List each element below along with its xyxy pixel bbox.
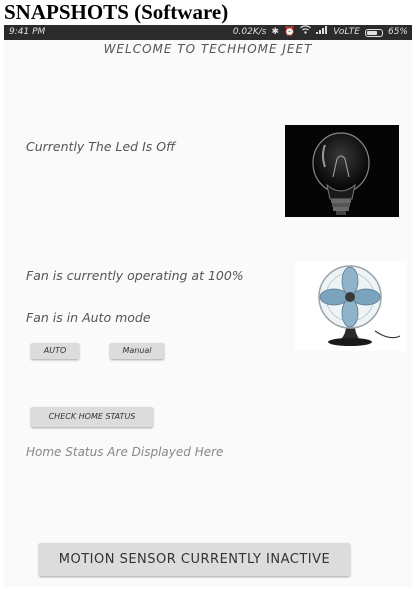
- alarm-icon: ⏰: [284, 27, 296, 37]
- home-status-text: Home Status Are Displayed Here: [26, 445, 224, 459]
- carrier-label: VoLTE: [333, 27, 360, 37]
- light-bulb-image: [285, 125, 399, 217]
- phone-screen: 9:41 PM 0.02K/s ✱ ⏰ VoLTE 65% WELCOME TO…: [4, 25, 412, 587]
- wifi-icon: [300, 25, 312, 40]
- welcome-title: WELCOME TO TECHHOME JEET: [103, 42, 313, 56]
- signal-icon: [316, 25, 328, 40]
- manual-button[interactable]: Manual: [110, 343, 164, 359]
- fan-status-text: Fan is currently operating at 100%: [26, 268, 244, 283]
- fan-mode-text: Fan is in Auto mode: [26, 310, 151, 325]
- led-status-text: Currently The Led Is Off: [26, 139, 176, 154]
- network-speed: 0.02K/s: [232, 27, 267, 37]
- battery-percent: 65%: [387, 27, 408, 37]
- battery-icon: [364, 28, 383, 37]
- status-bar: 9:41 PM 0.02K/s ✱ ⏰ VoLTE 65%: [4, 25, 412, 40]
- auto-button[interactable]: AUTO: [31, 343, 79, 359]
- caption-heading: SNAPSHOTS (Software): [4, 0, 229, 24]
- status-time: 9:41 PM: [9, 27, 46, 37]
- check-home-status-button[interactable]: CHECK HOME STATUS: [31, 407, 153, 427]
- bluetooth-icon: ✱: [271, 27, 280, 37]
- fan-image: [295, 261, 406, 351]
- motion-sensor-button[interactable]: MOTION SENSOR CURRENTLY INACTIVE: [39, 543, 350, 576]
- status-right-group: 0.02K/s ✱ ⏰ VoLTE 65%: [233, 25, 408, 40]
